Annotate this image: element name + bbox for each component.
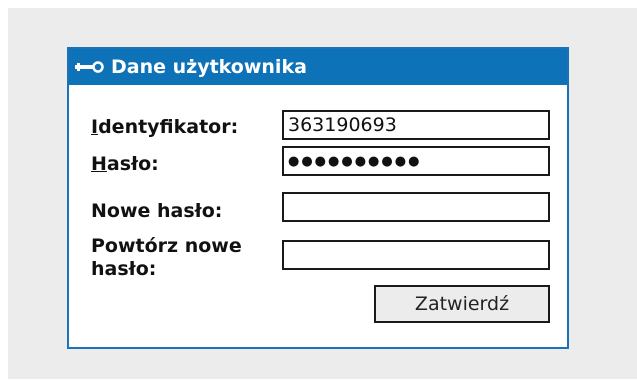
panel-title: Dane użytkownika — [111, 56, 307, 78]
password-label-accesskey: H — [91, 153, 107, 175]
password-label: Hasło: — [91, 153, 159, 176]
key-icon — [75, 61, 104, 73]
new-password-label: Nowe hasło: — [91, 200, 223, 222]
identifier-input[interactable] — [282, 110, 550, 140]
panel-header: Dane użytkownika — [69, 49, 567, 85]
repeat-password-input[interactable] — [282, 240, 550, 270]
repeat-password-label-line1: Powtórz nowe — [91, 235, 242, 257]
identifier-label: Identyfikator: — [91, 116, 238, 139]
repeat-password-label-line2: hasło: — [91, 258, 157, 280]
user-data-panel: Dane użytkownika Identyfikator: Hasło: ●… — [67, 47, 569, 349]
new-password-input[interactable] — [282, 192, 550, 222]
submit-button[interactable]: Zatwierdź — [374, 285, 550, 323]
repeat-password-label: Powtórz nowe hasło: — [91, 235, 242, 281]
password-mask: ●●●●●●●●●● — [288, 153, 422, 169]
password-label-rest: asło: — [106, 153, 159, 175]
password-input[interactable]: ●●●●●●●●●● — [282, 146, 550, 176]
identifier-label-rest: dentyfikator: — [98, 116, 239, 138]
